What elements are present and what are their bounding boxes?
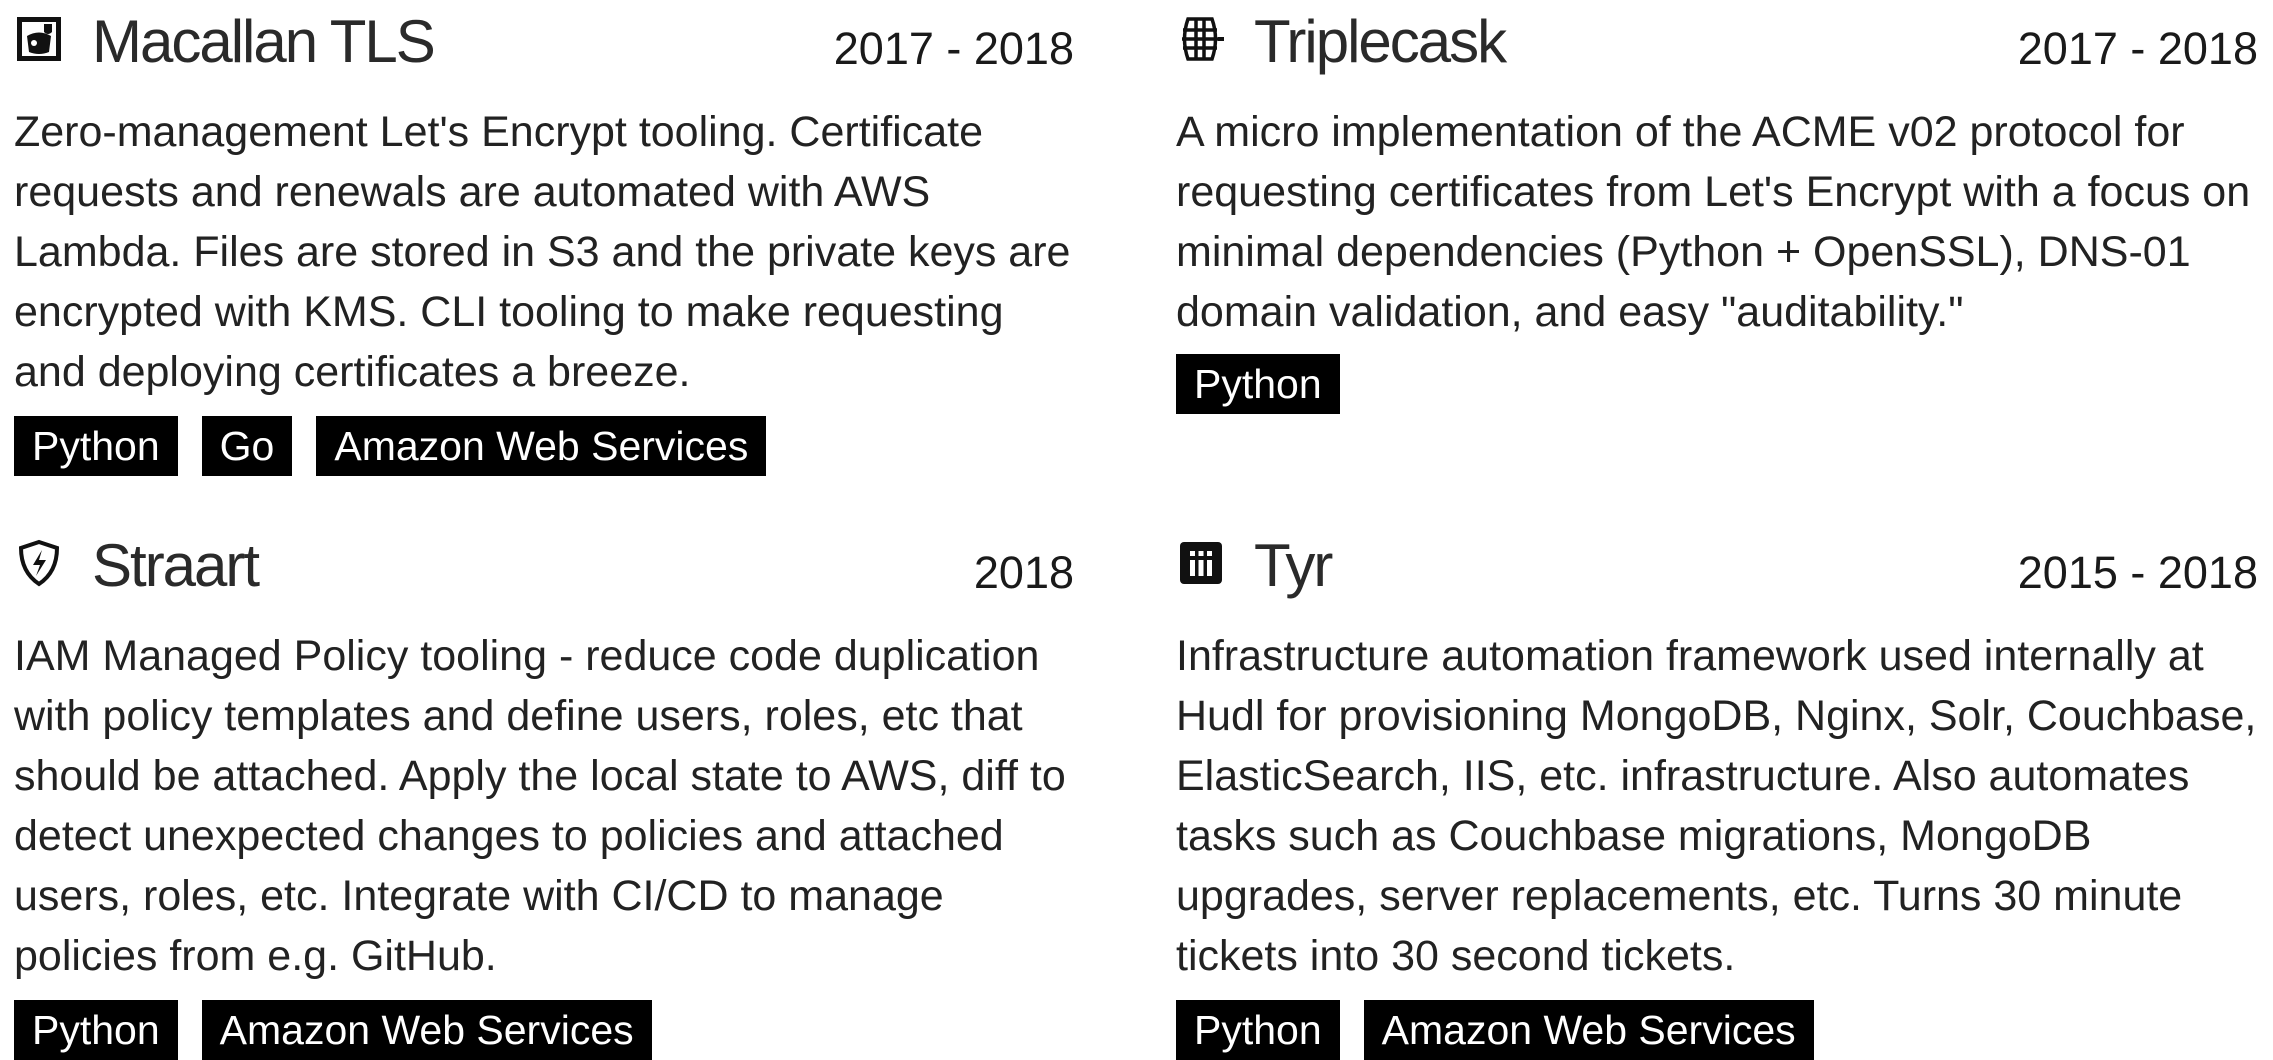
project-header: Straart 2018: [14, 524, 1074, 614]
project-description: Infrastructure automation framework used…: [1176, 632, 2257, 980]
tag-list: Python Go Amazon Web Services: [14, 416, 1074, 476]
tag-list: Python Amazon Web Services: [14, 1000, 1074, 1060]
project-card-triplecask: Triplecask 2017 - 2018 A micro implement…: [1176, 0, 2258, 414]
tag-list: Python: [1176, 354, 2258, 414]
project-years: 2015 - 2018: [2017, 547, 2258, 598]
project-header: Tyr 2015 - 2018: [1176, 524, 2258, 614]
tag-python: Python: [14, 1000, 178, 1060]
tag-python: Python: [1176, 1000, 1340, 1060]
project-title: Triplecask: [1254, 8, 1507, 75]
project-title: Straart: [92, 532, 260, 599]
barrel-icon: [1176, 14, 1226, 64]
tag-amazon-web-services: Amazon Web Services: [316, 416, 767, 476]
tag-amazon-web-services: Amazon Web Services: [201, 1000, 652, 1060]
project-card-macallan-tls: Macallan TLS 2017 - 2018 Zero-management…: [14, 0, 1074, 476]
project-description: Zero-management Let's Encrypt tooling. C…: [14, 108, 1071, 396]
project-header: Triplecask 2017 - 2018: [1176, 0, 2258, 90]
tag-amazon-web-services: Amazon Web Services: [1363, 1000, 1814, 1060]
project-description: IAM Managed Policy tooling - reduce code…: [14, 632, 1066, 980]
whisky-glass-icon: [14, 14, 64, 64]
project-title: Macallan TLS: [92, 8, 436, 75]
project-card-straart: Straart 2018 IAM Managed Policy tooling …: [14, 524, 1074, 1060]
project-years: 2018: [973, 547, 1074, 598]
shield-bolt-icon: [14, 538, 64, 588]
project-title: Tyr: [1254, 532, 1333, 599]
project-header: Macallan TLS 2017 - 2018: [14, 0, 1074, 90]
tag-list: Python Amazon Web Services: [1176, 1000, 2258, 1060]
project-years: 2017 - 2018: [2017, 23, 2258, 74]
tag-go: Go: [201, 416, 293, 476]
project-description: A micro implementation of the ACME v02 p…: [1176, 108, 2251, 336]
project-years: 2017 - 2018: [833, 23, 1074, 74]
tag-python: Python: [1176, 354, 1340, 414]
building-icon: [1176, 538, 1226, 588]
tag-python: Python: [14, 416, 178, 476]
project-card-tyr: Tyr 2015 - 2018 Infrastructure automatio…: [1176, 524, 2258, 1060]
